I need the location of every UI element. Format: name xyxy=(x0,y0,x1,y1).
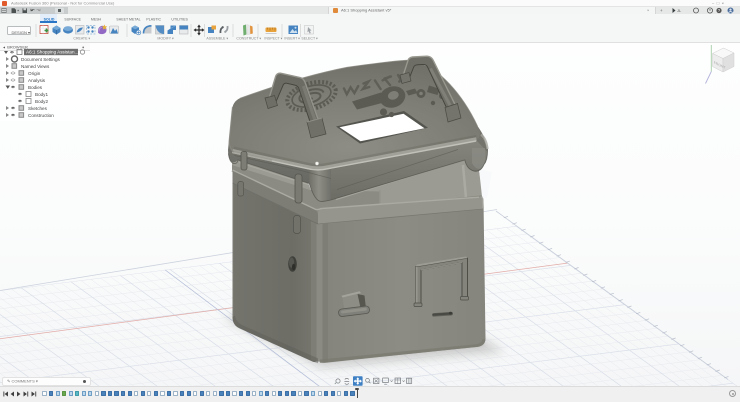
svg-text:Analysis: Analysis xyxy=(28,78,46,83)
svg-text:Body1: Body1 xyxy=(35,92,48,97)
svg-text:A6:1 Shopping Assistan...: A6:1 Shopping Assistan... xyxy=(26,50,78,55)
svg-text:Construction: Construction xyxy=(28,113,54,118)
svg-text:Document Settings: Document Settings xyxy=(21,57,61,62)
svg-text:Bodies: Bodies xyxy=(28,85,43,90)
svg-text:Body2: Body2 xyxy=(35,99,48,104)
svg-text:Named Views: Named Views xyxy=(21,64,50,69)
svg-text:Sketches: Sketches xyxy=(28,106,48,111)
svg-text:JL: JL xyxy=(677,8,682,13)
svg-text:Origin: Origin xyxy=(28,71,41,76)
